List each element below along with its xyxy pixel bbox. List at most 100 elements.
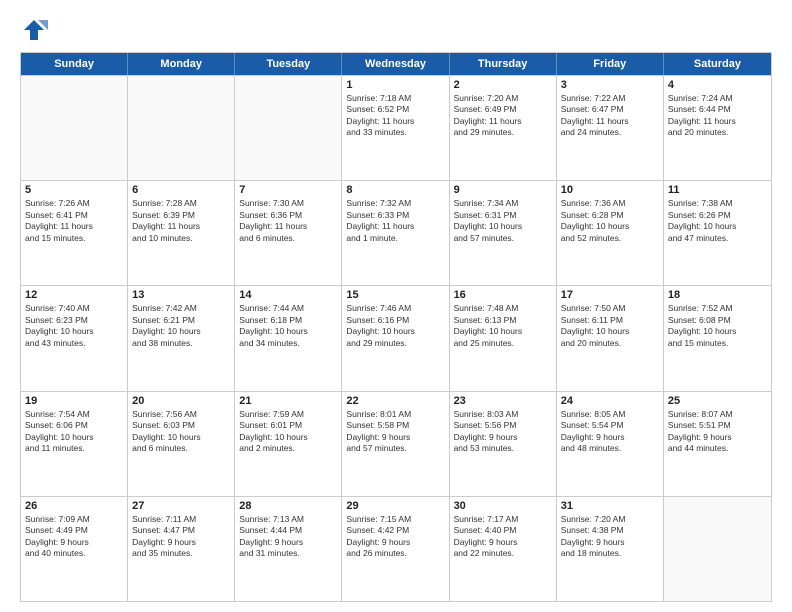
day-number: 1 [346, 79, 444, 91]
day-number: 20 [132, 395, 230, 407]
day-cell-3: 3 Sunrise: 7:22 AM Sunset: 6:47 PM Daylig… [557, 76, 664, 180]
empty-cell [235, 76, 342, 180]
day-info: Sunrise: 7:32 AM Sunset: 6:33 PM Dayligh… [346, 198, 444, 244]
day-number: 28 [239, 500, 337, 512]
day-info: Sunrise: 8:03 AM Sunset: 5:56 PM Dayligh… [454, 409, 552, 455]
day-cell-20: 20 Sunrise: 7:56 AM Sunset: 6:03 PM Dayli… [128, 392, 235, 496]
weekday-header-friday: Friday [557, 53, 664, 75]
day-cell-6: 6Sunrise: 7:28 AM Sunset: 6:39 PM Daylig… [128, 181, 235, 285]
day-number: 9 [454, 184, 552, 196]
day-number: 16 [454, 289, 552, 301]
day-cell-22: 22 Sunrise: 8:01 AM Sunset: 5:58 PM Dayli… [342, 392, 449, 496]
day-number: 23 [454, 395, 552, 407]
day-info: Sunrise: 7:42 AM Sunset: 6:21 PM Dayligh… [132, 303, 230, 349]
day-cell-19: 19 Sunrise: 7:54 AM Sunset: 6:06 PM Dayli… [21, 392, 128, 496]
day-number: 30 [454, 500, 552, 512]
day-number: 2 [454, 79, 552, 91]
day-number: 4 [668, 79, 767, 91]
calendar-row-4: 26 Sunrise: 7:09 AM Sunset: 4:49 PM Dayli… [21, 496, 771, 601]
day-info: Sunrise: 8:05 AM Sunset: 5:54 PM Dayligh… [561, 409, 659, 455]
calendar-row-0: 1 Sunrise: 7:18 AM Sunset: 6:52 PM Daylig… [21, 75, 771, 180]
day-cell-1: 1 Sunrise: 7:18 AM Sunset: 6:52 PM Daylig… [342, 76, 449, 180]
calendar-row-3: 19 Sunrise: 7:54 AM Sunset: 6:06 PM Dayli… [21, 391, 771, 496]
day-info: Sunrise: 7:17 AM Sunset: 4:40 PM Dayligh… [454, 514, 552, 560]
empty-cell [21, 76, 128, 180]
day-number: 12 [25, 289, 123, 301]
day-number: 27 [132, 500, 230, 512]
day-cell-14: 14Sunrise: 7:44 AM Sunset: 6:18 PM Dayli… [235, 286, 342, 390]
day-number: 21 [239, 395, 337, 407]
day-info: Sunrise: 7:30 AM Sunset: 6:36 PM Dayligh… [239, 198, 337, 244]
day-info: Sunrise: 7:44 AM Sunset: 6:18 PM Dayligh… [239, 303, 337, 349]
day-info: Sunrise: 7:09 AM Sunset: 4:49 PM Dayligh… [25, 514, 123, 560]
calendar: SundayMondayTuesdayWednesdayThursdayFrid… [20, 52, 772, 602]
day-cell-24: 24 Sunrise: 8:05 AM Sunset: 5:54 PM Dayli… [557, 392, 664, 496]
day-number: 25 [668, 395, 767, 407]
day-info: Sunrise: 7:24 AM Sunset: 6:44 PM Dayligh… [668, 93, 767, 139]
weekday-header-tuesday: Tuesday [235, 53, 342, 75]
day-info: Sunrise: 7:34 AM Sunset: 6:31 PM Dayligh… [454, 198, 552, 244]
day-number: 24 [561, 395, 659, 407]
day-number: 5 [25, 184, 123, 196]
day-cell-21: 21Sunrise: 7:59 AM Sunset: 6:01 PM Dayli… [235, 392, 342, 496]
day-cell-13: 13 Sunrise: 7:42 AM Sunset: 6:21 PM Dayli… [128, 286, 235, 390]
day-info: Sunrise: 7:56 AM Sunset: 6:03 PM Dayligh… [132, 409, 230, 455]
day-cell-29: 29 Sunrise: 7:15 AM Sunset: 4:42 PM Dayli… [342, 497, 449, 601]
weekday-header-saturday: Saturday [664, 53, 771, 75]
day-cell-12: 12 Sunrise: 7:40 AM Sunset: 6:23 PM Dayli… [21, 286, 128, 390]
day-info: Sunrise: 7:26 AM Sunset: 6:41 PM Dayligh… [25, 198, 123, 244]
day-cell-11: 11Sunrise: 7:38 AM Sunset: 6:26 PM Dayli… [664, 181, 771, 285]
day-cell-17: 17Sunrise: 7:50 AM Sunset: 6:11 PM Dayli… [557, 286, 664, 390]
day-cell-27: 27 Sunrise: 7:11 AM Sunset: 4:47 PM Dayli… [128, 497, 235, 601]
day-info: Sunrise: 7:22 AM Sunset: 6:47 PM Dayligh… [561, 93, 659, 139]
day-number: 7 [239, 184, 337, 196]
weekday-header-thursday: Thursday [450, 53, 557, 75]
day-info: Sunrise: 7:38 AM Sunset: 6:26 PM Dayligh… [668, 198, 767, 244]
day-info: Sunrise: 7:11 AM Sunset: 4:47 PM Dayligh… [132, 514, 230, 560]
day-info: Sunrise: 7:36 AM Sunset: 6:28 PM Dayligh… [561, 198, 659, 244]
empty-cell [128, 76, 235, 180]
day-cell-2: 2 Sunrise: 7:20 AM Sunset: 6:49 PM Daylig… [450, 76, 557, 180]
day-cell-9: 9 Sunrise: 7:34 AM Sunset: 6:31 PM Daylig… [450, 181, 557, 285]
day-info: Sunrise: 8:07 AM Sunset: 5:51 PM Dayligh… [668, 409, 767, 455]
logo-icon [20, 16, 48, 44]
day-number: 13 [132, 289, 230, 301]
calendar-row-1: 5 Sunrise: 7:26 AM Sunset: 6:41 PM Daylig… [21, 180, 771, 285]
day-number: 22 [346, 395, 444, 407]
weekday-header-wednesday: Wednesday [342, 53, 449, 75]
day-number: 19 [25, 395, 123, 407]
day-info: Sunrise: 7:40 AM Sunset: 6:23 PM Dayligh… [25, 303, 123, 349]
page: SundayMondayTuesdayWednesdayThursdayFrid… [0, 0, 792, 612]
weekday-header-monday: Monday [128, 53, 235, 75]
day-cell-8: 8 Sunrise: 7:32 AM Sunset: 6:33 PM Daylig… [342, 181, 449, 285]
day-info: Sunrise: 7:54 AM Sunset: 6:06 PM Dayligh… [25, 409, 123, 455]
day-info: Sunrise: 7:46 AM Sunset: 6:16 PM Dayligh… [346, 303, 444, 349]
day-info: Sunrise: 7:28 AM Sunset: 6:39 PM Dayligh… [132, 198, 230, 244]
day-number: 29 [346, 500, 444, 512]
day-number: 17 [561, 289, 659, 301]
day-cell-10: 10 Sunrise: 7:36 AM Sunset: 6:28 PM Dayli… [557, 181, 664, 285]
day-number: 10 [561, 184, 659, 196]
calendar-header: SundayMondayTuesdayWednesdayThursdayFrid… [21, 53, 771, 75]
logo [20, 16, 52, 44]
day-info: Sunrise: 7:20 AM Sunset: 6:49 PM Dayligh… [454, 93, 552, 139]
day-cell-28: 28 Sunrise: 7:13 AM Sunset: 4:44 PM Dayli… [235, 497, 342, 601]
day-number: 31 [561, 500, 659, 512]
day-info: Sunrise: 7:18 AM Sunset: 6:52 PM Dayligh… [346, 93, 444, 139]
day-number: 15 [346, 289, 444, 301]
day-cell-18: 18Sunrise: 7:52 AM Sunset: 6:08 PM Dayli… [664, 286, 771, 390]
day-cell-4: 4 Sunrise: 7:24 AM Sunset: 6:44 PM Daylig… [664, 76, 771, 180]
day-cell-5: 5 Sunrise: 7:26 AM Sunset: 6:41 PM Daylig… [21, 181, 128, 285]
day-info: Sunrise: 8:01 AM Sunset: 5:58 PM Dayligh… [346, 409, 444, 455]
day-number: 8 [346, 184, 444, 196]
day-info: Sunrise: 7:20 AM Sunset: 4:38 PM Dayligh… [561, 514, 659, 560]
day-cell-31: 31 Sunrise: 7:20 AM Sunset: 4:38 PM Dayli… [557, 497, 664, 601]
day-info: Sunrise: 7:13 AM Sunset: 4:44 PM Dayligh… [239, 514, 337, 560]
day-cell-15: 15 Sunrise: 7:46 AM Sunset: 6:16 PM Dayli… [342, 286, 449, 390]
day-cell-23: 23 Sunrise: 8:03 AM Sunset: 5:56 PM Dayli… [450, 392, 557, 496]
day-number: 26 [25, 500, 123, 512]
day-number: 18 [668, 289, 767, 301]
day-info: Sunrise: 7:48 AM Sunset: 6:13 PM Dayligh… [454, 303, 552, 349]
day-info: Sunrise: 7:15 AM Sunset: 4:42 PM Dayligh… [346, 514, 444, 560]
day-number: 3 [561, 79, 659, 91]
